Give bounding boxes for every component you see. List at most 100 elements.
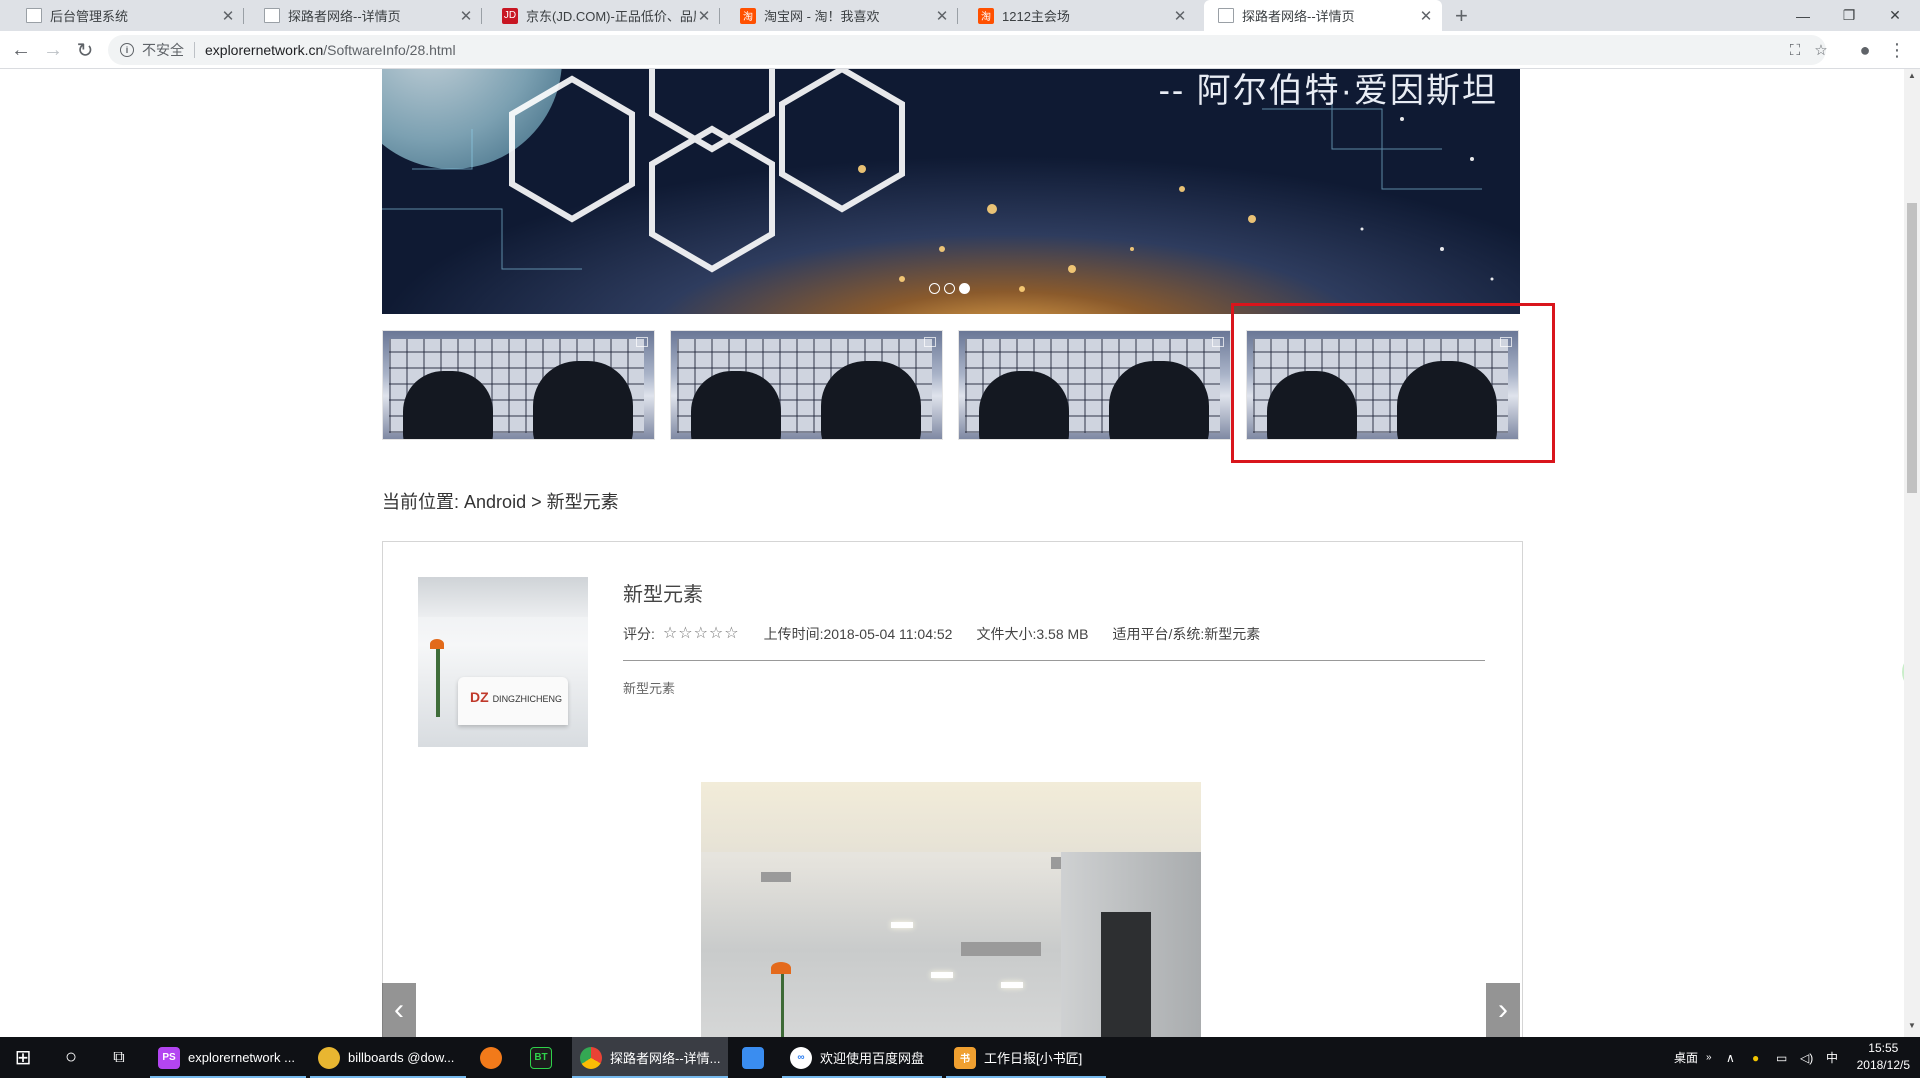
network-icon[interactable]: ▭ bbox=[1776, 1037, 1787, 1078]
taobao-icon: 淘 bbox=[740, 7, 756, 24]
taskbar-app-phpstorm[interactable]: PS explorernetwork ... bbox=[150, 1037, 306, 1078]
rating-label: 评分: bbox=[623, 626, 655, 642]
tab-title: 京东(JD.COM)-正品低价、品质保障 bbox=[526, 9, 696, 24]
software-meta: 评分: ☆ ☆ ☆ ☆ ☆ 上传时间:2018-05-04 11:04:52 文… bbox=[623, 624, 1284, 644]
windows-start-icon[interactable]: ⊞ bbox=[0, 1037, 46, 1078]
hero-banner[interactable]: -- 阿尔伯特·爱因斯坦 bbox=[382, 69, 1520, 314]
next-arrow-icon[interactable]: › bbox=[1486, 983, 1520, 1037]
upload-time: 上传时间:2018-05-04 11:04:52 bbox=[763, 626, 953, 642]
star-empty-icon[interactable]: ☆ bbox=[709, 626, 723, 642]
reload-icon[interactable]: ↻ bbox=[70, 35, 100, 65]
thumbnail-2[interactable] bbox=[670, 330, 943, 440]
tray-app-icon[interactable]: ● bbox=[1752, 1037, 1759, 1078]
forward-icon[interactable]: → bbox=[38, 35, 68, 65]
url-host: explorernetwork.cn bbox=[205, 42, 324, 58]
close-icon[interactable]: ✕ bbox=[458, 7, 474, 25]
banner-quote: -- 阿尔伯特·爱因斯坦 bbox=[1158, 72, 1498, 110]
tab-1[interactable]: 后台管理系统 ✕ bbox=[12, 0, 244, 31]
divider bbox=[623, 660, 1485, 661]
folder-icon bbox=[318, 1046, 340, 1069]
tab-5[interactable]: 淘 1212主会场 ✕ bbox=[964, 0, 1196, 31]
close-icon[interactable]: ✕ bbox=[934, 7, 950, 25]
bt-icon: BT bbox=[530, 1046, 552, 1069]
new-tab-button[interactable]: + bbox=[1455, 3, 1468, 29]
close-icon[interactable]: ✕ bbox=[1172, 7, 1188, 25]
taskbar-app-label: 欢迎使用百度网盘 bbox=[820, 1051, 925, 1066]
expand-toolbar-icon[interactable]: » bbox=[1706, 1037, 1712, 1078]
taskbar-app-folder[interactable]: billboards @dow... bbox=[310, 1037, 466, 1078]
star-empty-icon[interactable]: ☆ bbox=[724, 626, 738, 642]
star-empty-icon[interactable]: ☆ bbox=[663, 626, 677, 642]
thumbnail-1[interactable] bbox=[382, 330, 655, 440]
star-empty-icon[interactable]: ☆ bbox=[694, 626, 708, 642]
jd-icon: JD bbox=[502, 7, 518, 24]
software-screenshot bbox=[701, 782, 1201, 1037]
expand-icon bbox=[924, 337, 936, 347]
desktop-toolbar-label[interactable]: 桌面 bbox=[1674, 1037, 1698, 1078]
taskbar-app-label: explorernetwork ... bbox=[188, 1050, 295, 1065]
clock[interactable]: 15:55 2018/12/5 bbox=[1857, 1040, 1910, 1074]
software-title: 新型元素 bbox=[623, 584, 703, 606]
breadcrumb-separator: > bbox=[531, 492, 542, 512]
rating-stars[interactable]: ☆ ☆ ☆ ☆ ☆ bbox=[663, 626, 739, 642]
carousel-dot-active[interactable] bbox=[959, 283, 970, 294]
address-bar[interactable]: i 不安全 explorernetwork.cn/SoftwareInfo/28… bbox=[108, 35, 1828, 65]
browser-toolbar: ← → ↻ i 不安全 explorernetwork.cn/SoftwareI… bbox=[0, 31, 1920, 69]
annotation-highlight-box bbox=[1231, 303, 1555, 463]
taskbar-app-qq[interactable] bbox=[734, 1037, 780, 1078]
tab-2[interactable]: 探路者网络--详情页 ✕ bbox=[250, 0, 482, 31]
scroll-up-icon[interactable]: ▲ bbox=[1904, 71, 1920, 85]
scrollbar-thumb[interactable] bbox=[1907, 203, 1917, 493]
prev-arrow-icon[interactable]: ‹ bbox=[382, 983, 416, 1037]
search-icon[interactable]: ○ bbox=[48, 1037, 94, 1078]
volume-icon[interactable]: ◁) bbox=[1800, 1037, 1813, 1078]
info-icon[interactable]: i bbox=[120, 43, 134, 57]
profile-icon[interactable]: ● bbox=[1850, 35, 1880, 65]
tab-title: 探路者网络--详情页 bbox=[1242, 9, 1355, 24]
minimize-button[interactable]: — bbox=[1780, 0, 1826, 31]
page-scrollbar[interactable]: ▲ ▼ bbox=[1904, 69, 1920, 1037]
carousel-dot[interactable] bbox=[944, 283, 955, 294]
cover-logo-mark: DZ bbox=[470, 689, 489, 705]
close-icon[interactable]: ✕ bbox=[1418, 7, 1434, 25]
taskbar-app-label: 工作日报[小书匠] bbox=[984, 1051, 1083, 1066]
breadcrumb: 当前位置: Android > 新型元素 bbox=[382, 488, 619, 514]
close-icon[interactable]: ✕ bbox=[696, 7, 712, 25]
breadcrumb-current: 新型元素 bbox=[546, 492, 619, 512]
taskbar-app-baidu-netdisk[interactable]: ∞ 欢迎使用百度网盘 bbox=[782, 1037, 942, 1078]
restore-button[interactable]: ❐ bbox=[1826, 0, 1872, 31]
thumbnail-3[interactable] bbox=[958, 330, 1231, 440]
expand-icon bbox=[636, 337, 648, 347]
taskbar-app-bt[interactable]: BT bbox=[522, 1037, 568, 1078]
tab-3[interactable]: JD 京东(JD.COM)-正品低价、品质保障 ✕ bbox=[488, 0, 720, 31]
clock-date: 2018/12/5 bbox=[1856, 1058, 1910, 1072]
breadcrumb-category[interactable]: Android bbox=[464, 492, 526, 512]
task-view-icon[interactable]: ⧉ bbox=[96, 1037, 142, 1078]
star-empty-icon[interactable]: ☆ bbox=[678, 626, 692, 642]
taskbar-app-sublime[interactable] bbox=[472, 1037, 518, 1078]
tab-4[interactable]: 淘 淘宝网 - 淘！我喜欢 ✕ bbox=[726, 0, 958, 31]
tab-strip: 后台管理系统 ✕ 探路者网络--详情页 ✕ JD 京东(JD.COM)-正品低价… bbox=[0, 0, 1920, 31]
close-icon[interactable]: ✕ bbox=[220, 7, 236, 25]
menu-icon[interactable]: ⋮ bbox=[1882, 35, 1912, 65]
file-size: 文件大小:3.58 MB bbox=[976, 626, 1089, 642]
tab-title: 探路者网络--详情页 bbox=[288, 9, 401, 24]
bookmark-star-icon[interactable]: ☆ bbox=[1806, 35, 1836, 65]
tab-6-active[interactable]: 探路者网络--详情页 ✕ bbox=[1204, 0, 1442, 31]
breadcrumb-prefix: 当前位置: bbox=[382, 492, 460, 512]
taskbar-app-chrome[interactable]: 探路者网络--详情... bbox=[572, 1037, 728, 1078]
carousel-dot[interactable] bbox=[929, 283, 940, 294]
ime-indicator[interactable]: 中 bbox=[1826, 1037, 1838, 1078]
page-viewport: -- 阿尔伯特·爱因斯坦 当前位置: Android > 新型元素 DZ DIN… bbox=[0, 69, 1904, 1037]
security-label: 不安全 bbox=[142, 42, 184, 58]
tab-title: 后台管理系统 bbox=[50, 9, 129, 24]
scroll-down-icon[interactable]: ▼ bbox=[1904, 1021, 1920, 1035]
taskbar-app-notes[interactable]: 书 工作日报[小书匠] bbox=[946, 1037, 1106, 1078]
baidu-netdisk-icon: ∞ bbox=[790, 1046, 812, 1069]
back-icon[interactable]: ← bbox=[6, 35, 36, 65]
tab-title: 淘宝网 - 淘！我喜欢 bbox=[764, 9, 880, 24]
tray-overflow-icon[interactable]: ∧ bbox=[1726, 1037, 1735, 1078]
window-close-button[interactable]: ✕ bbox=[1872, 0, 1918, 31]
chrome-icon bbox=[580, 1046, 602, 1069]
qq-icon bbox=[742, 1046, 764, 1069]
